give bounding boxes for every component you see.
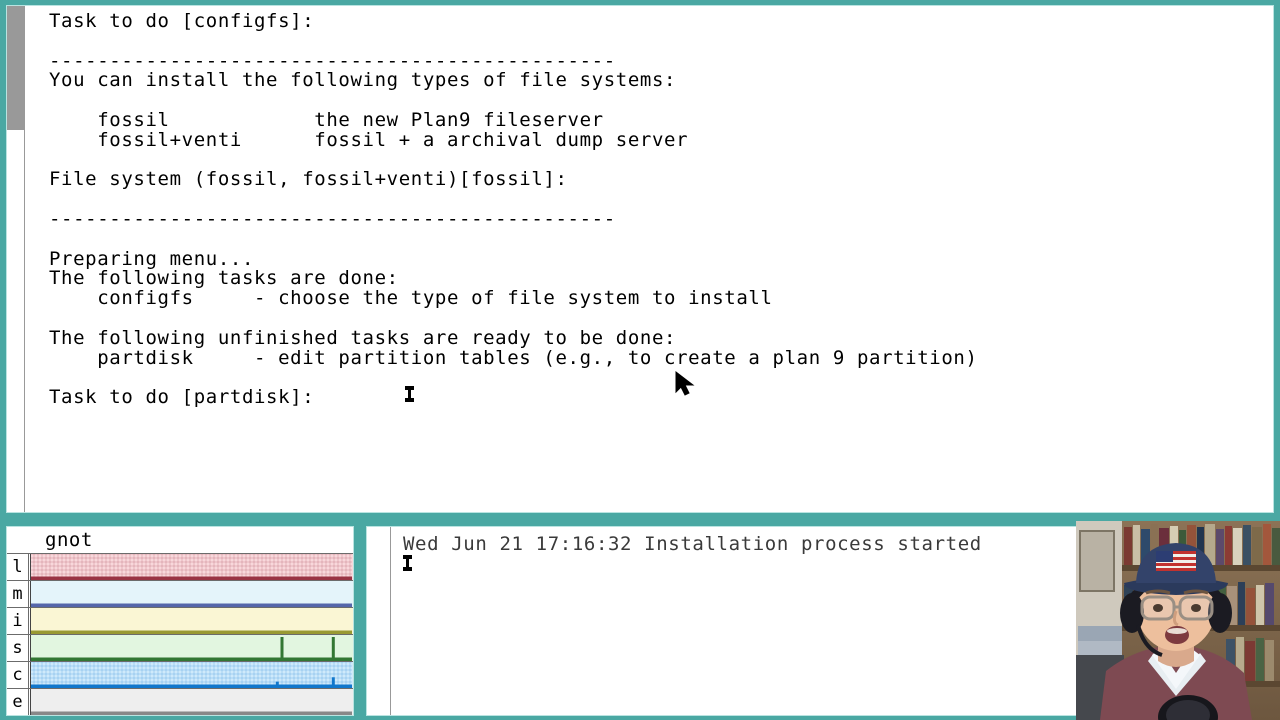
stats-axis-idle xyxy=(30,608,31,634)
stats-title: gnot xyxy=(45,529,93,551)
desktop-screen: Task to do [configfs]: -----------------… xyxy=(0,0,1280,720)
stats-axis-load xyxy=(30,554,31,580)
stats-row-label-idle: i xyxy=(7,608,29,634)
webcam-overlay xyxy=(1076,521,1280,720)
terminal-scrollbar-thumb[interactable] xyxy=(7,6,24,130)
stats-row-label-load: l xyxy=(7,554,29,580)
stats-graph-grid: lmisce xyxy=(7,553,353,715)
terminal-scrollbar[interactable] xyxy=(7,6,25,512)
text-cursor-ibeam xyxy=(405,386,414,402)
stats-plot-idle xyxy=(30,608,353,634)
stats-axis-ether xyxy=(30,689,31,715)
stats-plot-load xyxy=(30,554,353,580)
stats-axis-context-switch xyxy=(30,662,31,688)
stats-row-context-switch: c xyxy=(7,661,353,688)
stats-axis-memory xyxy=(30,581,31,607)
stats-row-label-memory: m xyxy=(7,581,29,607)
console-text-cursor xyxy=(403,555,412,571)
stats-window[interactable]: gnot lmisce xyxy=(6,526,354,716)
terminal-window-body[interactable]: Task to do [configfs]: -----------------… xyxy=(6,5,1274,513)
console-scrollbar[interactable] xyxy=(367,527,391,715)
stats-row-load: l xyxy=(7,553,353,580)
stats-row-label-context-switch: c xyxy=(7,662,29,688)
terminal-window: Task to do [configfs]: -----------------… xyxy=(0,0,1280,518)
stats-axis-syscall xyxy=(30,635,31,661)
stats-row-label-syscall: s xyxy=(7,635,29,661)
stats-plot-ether xyxy=(30,689,353,715)
stats-plot-context-switch xyxy=(30,662,353,688)
terminal-output-text: Task to do [configfs]: -----------------… xyxy=(49,10,978,409)
stats-row-label-ether: e xyxy=(7,689,29,715)
stats-row-ether: e xyxy=(7,688,353,715)
stats-row-memory: m xyxy=(7,580,353,607)
stats-plot-syscall xyxy=(30,635,353,661)
stats-row-idle: i xyxy=(7,607,353,634)
stats-row-syscall: s xyxy=(7,634,353,661)
stats-plot-memory xyxy=(30,581,353,607)
